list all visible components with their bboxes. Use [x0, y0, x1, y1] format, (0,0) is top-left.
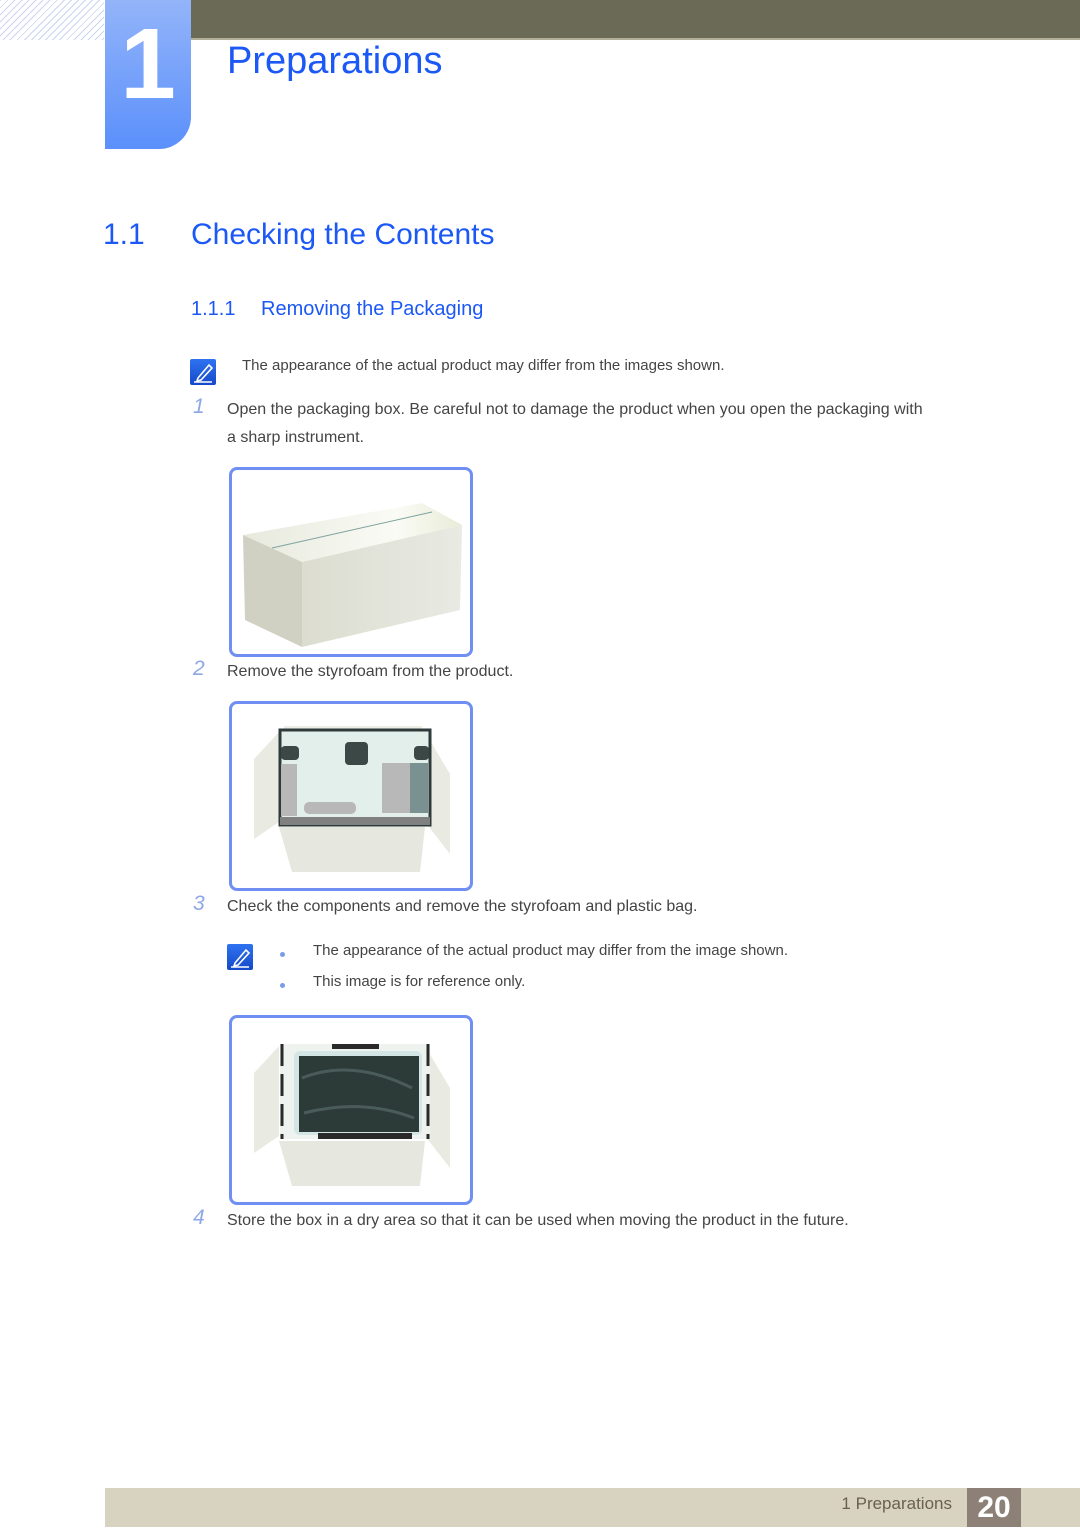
step-text: Remove the styrofoam from the product. — [227, 663, 514, 680]
decorative-hatch — [0, 0, 104, 40]
step-number: 2 — [193, 657, 205, 680]
note-item: This image is for reference only. — [313, 973, 526, 990]
figure-closed-box — [229, 467, 473, 657]
step-number: 3 — [193, 892, 205, 915]
header-bar — [190, 0, 1080, 40]
note-item: The appearance of the actual product may… — [313, 942, 788, 959]
subsection-number: 1.1.1 — [191, 298, 236, 320]
chapter-tab: 1 — [105, 0, 191, 149]
step-number: 1 — [193, 395, 205, 418]
step-text: Check the components and remove the styr… — [227, 898, 698, 915]
section-title: Checking the Contents — [191, 218, 495, 251]
note-pencil-icon — [227, 944, 253, 970]
step-text: Store the box in a dry area so that it c… — [227, 1212, 849, 1229]
subsection-title: Removing the Packaging — [261, 298, 484, 320]
footer-chapter-label: 1 Preparations — [841, 1494, 952, 1513]
step-number: 4 — [193, 1206, 205, 1229]
chapter-title: Preparations — [227, 40, 443, 82]
chapter-number: 1 — [120, 8, 176, 120]
note-pencil-icon — [190, 359, 216, 385]
page-number: 20 — [967, 1488, 1021, 1527]
intro-note-text: The appearance of the actual product may… — [242, 357, 725, 374]
section-number: 1.1 — [103, 218, 145, 251]
step-text-continued: a sharp instrument. — [227, 429, 364, 446]
figure-open-box-styrofoam — [229, 701, 473, 891]
figure-open-box-monitor-bag — [229, 1015, 473, 1205]
bullet-icon — [280, 952, 285, 957]
footer-band: 1 Preparations — [105, 1488, 1080, 1527]
bullet-icon — [280, 983, 285, 988]
step-text: Open the packaging box. Be careful not t… — [227, 401, 923, 418]
